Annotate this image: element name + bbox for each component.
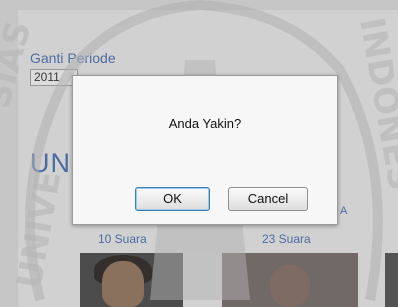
cancel-button[interactable]: Cancel (228, 187, 308, 211)
ok-button[interactable]: OK (135, 187, 210, 211)
dialog-message: Anda Yakin? (168, 116, 242, 131)
confirm-dialog: Anda Yakin? OK Cancel (72, 75, 338, 225)
